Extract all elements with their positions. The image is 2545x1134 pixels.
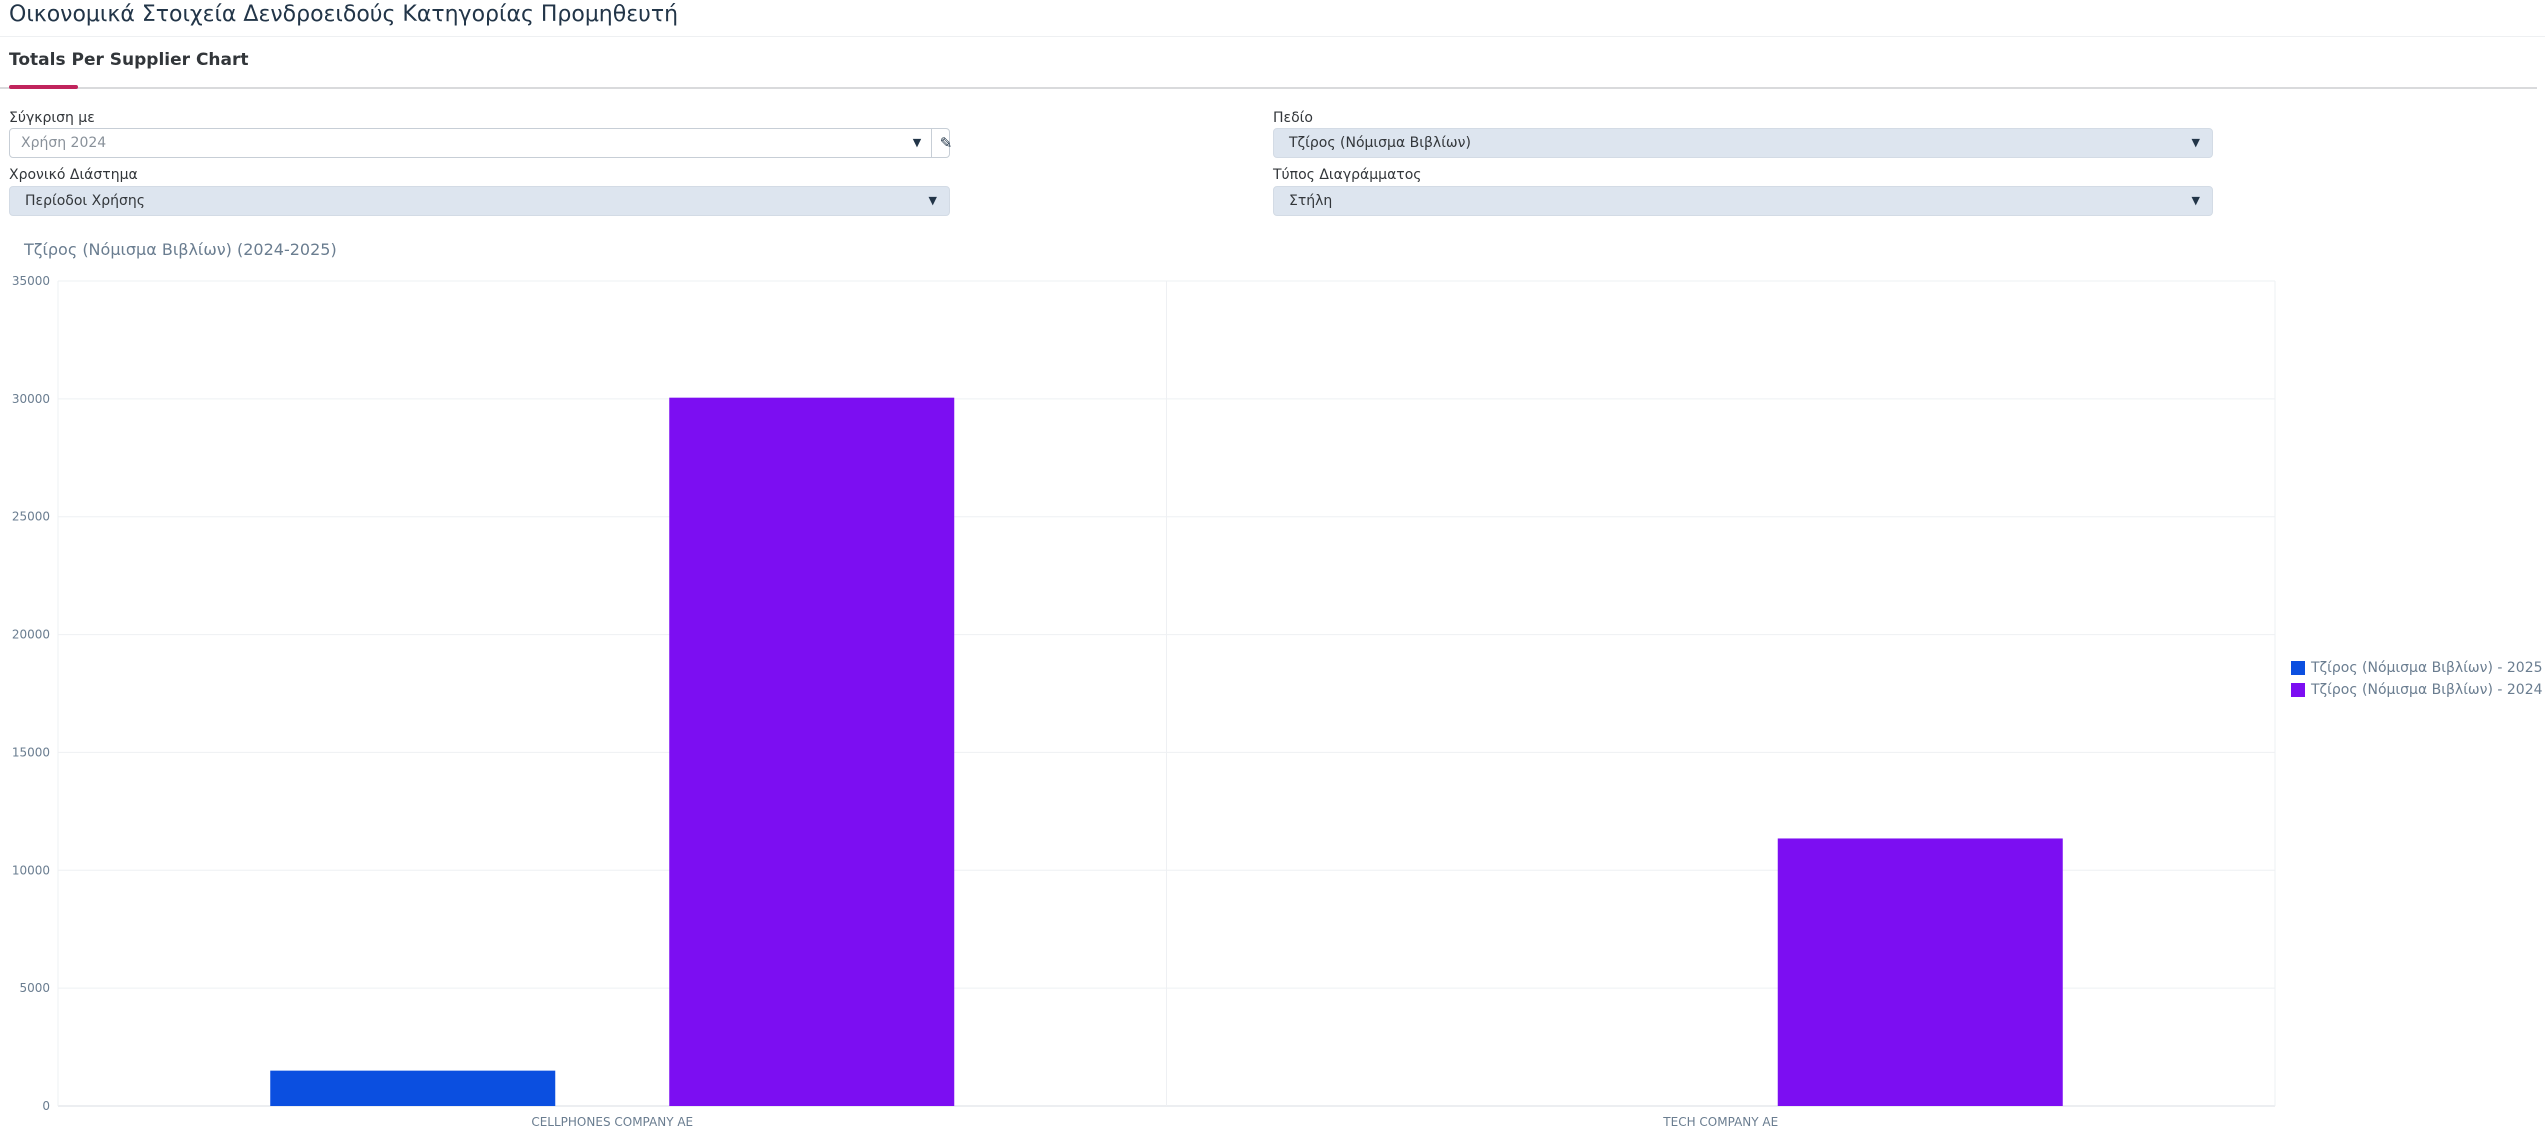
page-title: Οικονομικά Στοιχεία Δενδροειδούς Κατηγορ… <box>9 2 679 27</box>
chart-title: Τζίρος (Νόμισμα Βιβλίων) (2024-2025) <box>24 240 337 259</box>
bar-2025[interactable] <box>270 1070 556 1106</box>
compare-input[interactable] <box>10 129 900 157</box>
y-tick-label: 35000 <box>12 274 50 288</box>
y-tick-label: 25000 <box>12 510 50 524</box>
y-tick-label: 10000 <box>12 863 50 877</box>
compare-field: ▼ ✎ <box>9 128 952 158</box>
period-select-value: Περίοδοι Χρήσης <box>25 193 145 209</box>
legend-item-2024[interactable]: Τζίρος (Νόμισμα Βιβλίων) - 2024 <box>2289 679 2543 701</box>
y-tick-label: 20000 <box>12 628 50 642</box>
tab-label: Totals Per Supplier Chart <box>9 50 249 70</box>
tab-selected-indicator <box>9 85 78 89</box>
legend-swatch-2025 <box>2291 661 2305 675</box>
chevron-down-icon: ▼ <box>2191 194 2200 207</box>
chevron-down-icon: ▼ <box>928 194 937 207</box>
legend-swatch-2024 <box>2291 683 2305 697</box>
bar-2024[interactable] <box>669 397 955 1106</box>
x-tick-label: TECH COMPANY AE <box>1662 1115 1778 1129</box>
bar-2024[interactable] <box>1777 838 2063 1106</box>
tab-totals-per-supplier-chart[interactable]: Totals Per Supplier Chart <box>9 50 249 70</box>
y-tick-label: 5000 <box>19 981 50 995</box>
legend-label-2024: Τζίρος (Νόμισμα Βιβλίων) - 2024 <box>2311 682 2543 698</box>
field-label: Πεδίο <box>1273 110 1313 126</box>
legend-item-2025[interactable]: Τζίρος (Νόμισμα Βιβλίων) - 2025 <box>2289 657 2543 679</box>
y-tick-label: 30000 <box>12 392 50 406</box>
period-select[interactable]: Περίοδοι Χρήσης ▼ <box>9 186 950 216</box>
chevron-down-icon[interactable]: ▼ <box>903 129 931 157</box>
chevron-down-icon: ▼ <box>2191 136 2200 149</box>
y-tick-label: 15000 <box>12 745 50 759</box>
x-tick-label: CELLPHONES COMPANY AE <box>531 1115 693 1129</box>
chart-legend: Τζίρος (Νόμισμα Βιβλίων) - 2025 Τζίρος (… <box>2289 657 2543 701</box>
chart-type-select-value: Στήλη <box>1289 193 1333 209</box>
header-divider <box>0 36 2545 37</box>
chart-type-select[interactable]: Στήλη ▼ <box>1273 186 2213 216</box>
field-select-value: Τζίρος (Νόμισμα Βιβλίων) <box>1289 135 1471 151</box>
chart-type-label: Τύπος Διαγράμματος <box>1273 167 1422 183</box>
y-tick-label: 0 <box>42 1099 50 1113</box>
field-select[interactable]: Τζίρος (Νόμισμα Βιβλίων) ▼ <box>1273 128 2213 158</box>
tab-bar: Totals Per Supplier Chart <box>0 48 2537 89</box>
compare-label: Σύγκριση με <box>9 110 95 126</box>
pencil-icon[interactable]: ✎ <box>931 129 960 157</box>
period-label: Χρονικό Διάστημα <box>9 167 138 183</box>
legend-label-2025: Τζίρος (Νόμισμα Βιβλίων) - 2025 <box>2311 660 2543 676</box>
